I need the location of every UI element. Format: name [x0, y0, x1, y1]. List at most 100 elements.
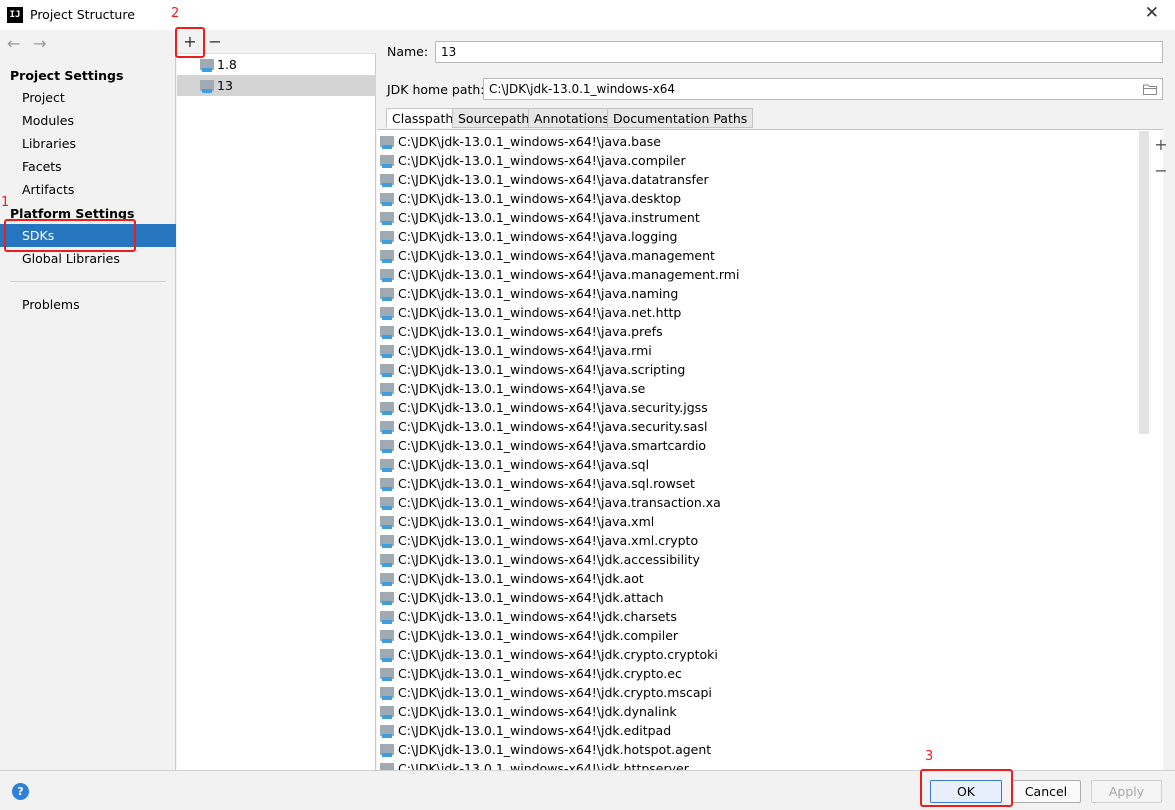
- classpath-row[interactable]: C:\JDK\jdk-13.0.1_windows-x64!\jdk.dynal…: [377, 702, 677, 721]
- nav-item-modules[interactable]: Modules: [0, 109, 176, 132]
- settings-nav: ← → Project Settings Project Modules Lib…: [0, 30, 176, 770]
- sdk-item-label: 1.8: [217, 57, 237, 72]
- module-folder-icon: [380, 326, 394, 339]
- classpath-entry: C:\JDK\jdk-13.0.1_windows-x64!\jdk.acces…: [398, 552, 700, 567]
- browse-folder-icon[interactable]: [1143, 83, 1157, 95]
- module-folder-icon: [380, 554, 394, 567]
- remove-path-button[interactable]: −: [1152, 161, 1170, 180]
- nav-item-problems[interactable]: Problems: [0, 293, 176, 316]
- module-folder-icon: [380, 383, 394, 396]
- classpath-entry: C:\JDK\jdk-13.0.1_windows-x64!\java.pref…: [398, 324, 663, 339]
- module-folder-icon: [380, 573, 394, 586]
- help-icon[interactable]: ?: [12, 783, 29, 800]
- window-title: Project Structure: [30, 7, 135, 22]
- classpath-row[interactable]: C:\JDK\jdk-13.0.1_windows-x64!\java.tran…: [377, 493, 721, 512]
- tab-classpath[interactable]: Classpath: [386, 108, 460, 128]
- classpath-list[interactable]: C:\JDK\jdk-13.0.1_windows-x64!\java.base…: [377, 129, 1163, 770]
- remove-sdk-button[interactable]: −: [205, 32, 225, 52]
- module-folder-icon: [380, 231, 394, 244]
- classpath-row[interactable]: C:\JDK\jdk-13.0.1_windows-x64!\jdk.compi…: [377, 626, 678, 645]
- classpath-row[interactable]: C:\JDK\jdk-13.0.1_windows-x64!\java.sql: [377, 455, 649, 474]
- classpath-entry: C:\JDK\jdk-13.0.1_windows-x64!\java.secu…: [398, 419, 708, 434]
- classpath-row[interactable]: C:\JDK\jdk-13.0.1_windows-x64!\java.mana…: [377, 246, 715, 265]
- classpath-row[interactable]: C:\JDK\jdk-13.0.1_windows-x64!\java.secu…: [377, 417, 707, 436]
- classpath-row[interactable]: C:\JDK\jdk-13.0.1_windows-x64!\java.pref…: [377, 322, 663, 341]
- classpath-row[interactable]: C:\JDK\jdk-13.0.1_windows-x64!\jdk.crypt…: [377, 664, 682, 683]
- classpath-entry: C:\JDK\jdk-13.0.1_windows-x64!\java.net.…: [398, 305, 682, 320]
- classpath-row[interactable]: C:\JDK\jdk-13.0.1_windows-x64!\jdk.crypt…: [377, 645, 718, 664]
- classpath-row[interactable]: C:\JDK\jdk-13.0.1_windows-x64!\java.secu…: [377, 398, 708, 417]
- classpath-row[interactable]: C:\JDK\jdk-13.0.1_windows-x64!\jdk.aot: [377, 569, 644, 588]
- classpath-entry: C:\JDK\jdk-13.0.1_windows-x64!\jdk.crypt…: [398, 647, 718, 662]
- classpath-row[interactable]: C:\JDK\jdk-13.0.1_windows-x64!\java.net.…: [377, 303, 681, 322]
- classpath-row[interactable]: C:\JDK\jdk-13.0.1_windows-x64!\jdk.hotsp…: [377, 740, 711, 759]
- classpath-row[interactable]: C:\JDK\jdk-13.0.1_windows-x64!\jdk.https…: [377, 759, 689, 770]
- tab-documentation-paths[interactable]: Documentation Paths: [607, 108, 754, 128]
- classpath-entry: C:\JDK\jdk-13.0.1_windows-x64!\jdk.dynal…: [398, 704, 677, 719]
- classpath-row[interactable]: C:\JDK\jdk-13.0.1_windows-x64!\jdk.chars…: [377, 607, 677, 626]
- nav-divider: [10, 281, 166, 282]
- classpath-entry: C:\JDK\jdk-13.0.1_windows-x64!\java.secu…: [398, 400, 708, 415]
- classpath-row[interactable]: C:\JDK\jdk-13.0.1_windows-x64!\jdk.editp…: [377, 721, 671, 740]
- jdk-folder-icon: [200, 59, 214, 72]
- classpath-row[interactable]: C:\JDK\jdk-13.0.1_windows-x64!\java.desk…: [377, 189, 681, 208]
- classpath-row[interactable]: C:\JDK\jdk-13.0.1_windows-x64!\java.smar…: [377, 436, 706, 455]
- module-folder-icon: [380, 288, 394, 301]
- sdk-item-label: 13: [217, 78, 233, 93]
- classpath-row[interactable]: C:\JDK\jdk-13.0.1_windows-x64!\java.sql.…: [377, 474, 695, 493]
- nav-item-facets[interactable]: Facets: [0, 155, 176, 178]
- classpath-row[interactable]: C:\JDK\jdk-13.0.1_windows-x64!\java.se: [377, 379, 645, 398]
- classpath-row[interactable]: C:\JDK\jdk-13.0.1_windows-x64!\java.base: [377, 132, 661, 151]
- nav-item-project[interactable]: Project: [0, 86, 176, 109]
- module-folder-icon: [380, 535, 394, 548]
- annotation-box-ok: [920, 769, 1013, 807]
- forward-arrow-icon[interactable]: →: [33, 34, 46, 53]
- close-icon[interactable]: ✕: [1145, 3, 1159, 23]
- jdk-home-path-field[interactable]: C:\JDK\jdk-13.0.1_windows-x64: [483, 78, 1163, 100]
- classpath-row[interactable]: C:\JDK\jdk-13.0.1_windows-x64!\jdk.crypt…: [377, 683, 712, 702]
- module-folder-icon: [380, 193, 394, 206]
- classpath-row[interactable]: C:\JDK\jdk-13.0.1_windows-x64!\java.scri…: [377, 360, 685, 379]
- classpath-row[interactable]: C:\JDK\jdk-13.0.1_windows-x64!\jdk.attac…: [377, 588, 664, 607]
- tab-annotations[interactable]: Annotations: [528, 108, 616, 128]
- classpath-row[interactable]: C:\JDK\jdk-13.0.1_windows-x64!\java.rmi: [377, 341, 652, 360]
- classpath-entry: C:\JDK\jdk-13.0.1_windows-x64!\java.base: [398, 134, 661, 149]
- module-folder-icon: [380, 630, 394, 643]
- classpath-row[interactable]: C:\JDK\jdk-13.0.1_windows-x64!\java.comp…: [377, 151, 686, 170]
- classpath-entry: C:\JDK\jdk-13.0.1_windows-x64!\java.scri…: [398, 362, 686, 377]
- classpath-row[interactable]: C:\JDK\jdk-13.0.1_windows-x64!\java.inst…: [377, 208, 700, 227]
- classpath-entry: C:\JDK\jdk-13.0.1_windows-x64!\java.smar…: [398, 438, 707, 453]
- classpath-row[interactable]: C:\JDK\jdk-13.0.1_windows-x64!\java.mana…: [377, 265, 739, 284]
- nav-item-libraries[interactable]: Libraries: [0, 132, 176, 155]
- classpath-entry: C:\JDK\jdk-13.0.1_windows-x64!\java.data…: [398, 172, 709, 187]
- project-structure-dialog: IJ Project Structure ✕ ← → Project Setti…: [0, 0, 1175, 810]
- cancel-button[interactable]: Cancel: [1011, 780, 1081, 803]
- project-settings-header: Project Settings: [10, 68, 124, 83]
- classpath-entry: C:\JDK\jdk-13.0.1_windows-x64!\java.nami…: [398, 286, 679, 301]
- classpath-entry: C:\JDK\jdk-13.0.1_windows-x64!\jdk.hotsp…: [398, 742, 712, 757]
- module-folder-icon: [380, 744, 394, 757]
- classpath-entry: C:\JDK\jdk-13.0.1_windows-x64!\java.xml: [398, 514, 655, 529]
- module-folder-icon: [380, 611, 394, 624]
- sdk-item-1-8[interactable]: 1.8: [177, 54, 376, 75]
- apply-button[interactable]: Apply: [1091, 780, 1162, 803]
- classpath-row[interactable]: C:\JDK\jdk-13.0.1_windows-x64!\java.nami…: [377, 284, 678, 303]
- jdk-folder-icon: [200, 80, 214, 93]
- add-path-button[interactable]: +: [1152, 135, 1170, 154]
- classpath-scrollbar-thumb[interactable]: [1139, 131, 1149, 434]
- tab-sourcepath[interactable]: Sourcepath: [452, 108, 536, 128]
- classpath-row[interactable]: C:\JDK\jdk-13.0.1_windows-x64!\java.xml: [377, 512, 654, 531]
- nav-item-artifacts[interactable]: Artifacts: [0, 178, 176, 201]
- intellij-app-icon: IJ: [7, 7, 23, 23]
- annotation-number-2: 2: [171, 6, 180, 21]
- sdk-item-13[interactable]: 13: [177, 75, 376, 96]
- classpath-entry: C:\JDK\jdk-13.0.1_windows-x64!\jdk.compi…: [398, 628, 679, 643]
- classpath-entry: C:\JDK\jdk-13.0.1_windows-x64!\java.se: [398, 381, 646, 396]
- classpath-row[interactable]: C:\JDK\jdk-13.0.1_windows-x64!\java.data…: [377, 170, 709, 189]
- back-arrow-icon[interactable]: ←: [7, 34, 20, 53]
- classpath-row[interactable]: C:\JDK\jdk-13.0.1_windows-x64!\java.xml.…: [377, 531, 698, 550]
- name-field[interactable]: 13: [435, 41, 1163, 63]
- classpath-row[interactable]: C:\JDK\jdk-13.0.1_windows-x64!\java.logg…: [377, 227, 678, 246]
- classpath-entry: C:\JDK\jdk-13.0.1_windows-x64!\jdk.attac…: [398, 590, 664, 605]
- classpath-row[interactable]: C:\JDK\jdk-13.0.1_windows-x64!\jdk.acces…: [377, 550, 700, 569]
